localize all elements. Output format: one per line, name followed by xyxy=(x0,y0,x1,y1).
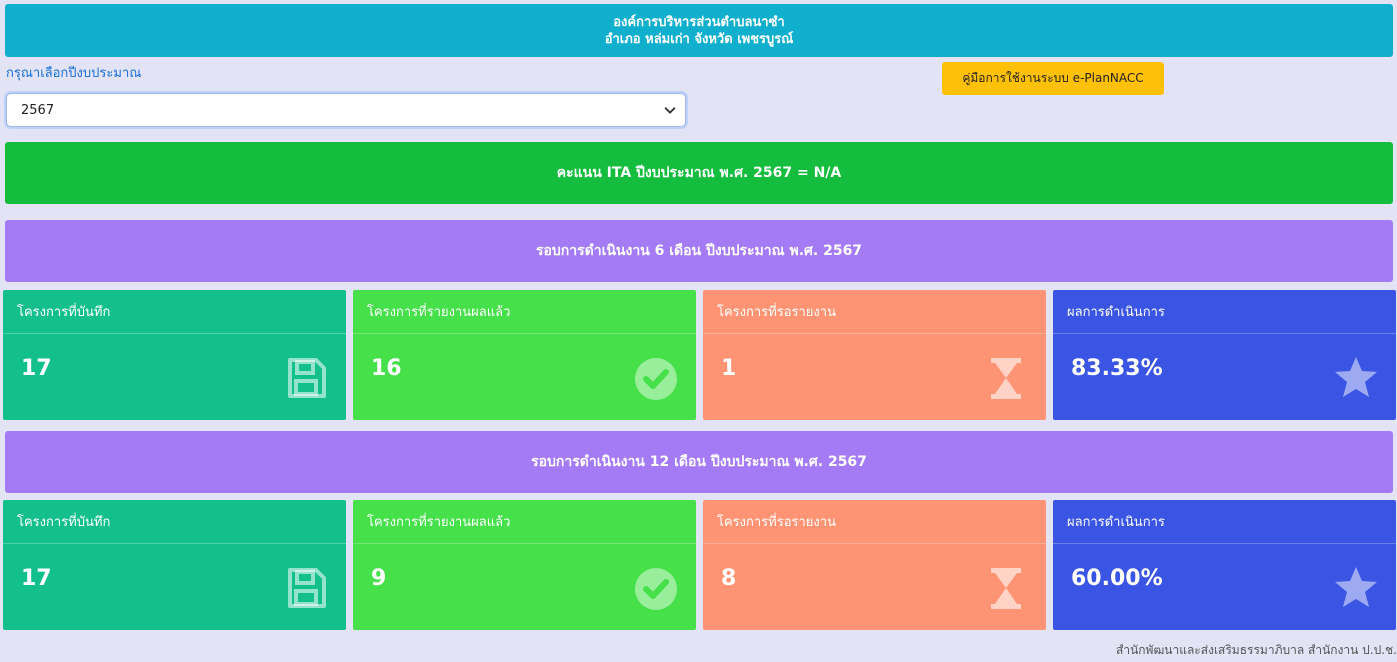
card-performance-result: ผลการดำเนินการ 60.00% xyxy=(1053,500,1396,630)
hourglass-icon xyxy=(991,358,1021,399)
card-pending-projects: โครงการที่รอรายงาน 8 xyxy=(703,500,1046,630)
star-icon xyxy=(1335,567,1377,607)
card-recorded-projects: โครงการที่บันทึก 17 xyxy=(3,500,346,630)
check-circle-icon xyxy=(635,568,677,610)
org-header: องค์การบริหารส่วนตำบลนาซำ อำเภอ หล่มเก่า… xyxy=(5,4,1393,57)
footer-credit: สำนักพัฒนาและส่งเสริมธรรมาภิบาล สำนักงาน… xyxy=(1116,643,1397,657)
card-label: โครงการที่รายงานผลแล้ว xyxy=(353,290,696,334)
round-12-month-banner: รอบการดำเนินงาน 12 เดือน ปีงบประมาณ พ.ศ.… xyxy=(5,431,1393,493)
card-pending-projects: โครงการที่รอรายงาน 1 xyxy=(703,290,1046,420)
floppy-disk-icon xyxy=(288,358,326,398)
user-manual-button[interactable]: คู่มือการใช้งานระบบ e-PlanNACC xyxy=(942,62,1164,95)
hourglass-icon xyxy=(991,568,1021,609)
card-recorded-projects: โครงการที่บันทึก 17 xyxy=(3,290,346,420)
floppy-disk-icon xyxy=(288,568,326,608)
year-select[interactable]: 2567 xyxy=(6,93,686,127)
card-label: ผลการดำเนินการ xyxy=(1053,500,1396,544)
star-icon xyxy=(1335,357,1377,397)
card-label: โครงการที่รอรายงาน xyxy=(703,500,1046,544)
card-value: 60.00% xyxy=(1071,566,1163,591)
check-circle-icon xyxy=(635,358,677,400)
card-value: 1 xyxy=(721,356,737,381)
card-label: โครงการที่รอรายงาน xyxy=(703,290,1046,334)
card-value: 16 xyxy=(371,356,402,381)
card-reported-projects: โครงการที่รายงานผลแล้ว 9 xyxy=(353,500,696,630)
card-label: โครงการที่บันทึก xyxy=(3,290,346,334)
card-label: โครงการที่รายงานผลแล้ว xyxy=(353,500,696,544)
year-select-label: กรุณาเลือกปีงบประมาณ xyxy=(6,66,142,81)
card-performance-result: ผลการดำเนินการ 83.33% xyxy=(1053,290,1396,420)
chevron-down-icon xyxy=(664,107,676,114)
card-value: 17 xyxy=(21,566,52,591)
card-label: ผลการดำเนินการ xyxy=(1053,290,1396,334)
card-value: 83.33% xyxy=(1071,356,1163,381)
round-6-month-banner: รอบการดำเนินงาน 6 เดือน ปีงบประมาณ พ.ศ. … xyxy=(5,220,1393,282)
card-value: 8 xyxy=(721,566,737,591)
card-value: 17 xyxy=(21,356,52,381)
ita-score-banner: คะแนน ITA ปีงบประมาณ พ.ศ. 2567 = N/A xyxy=(5,142,1393,204)
org-name: องค์การบริหารส่วนตำบลนาซำ xyxy=(613,14,785,30)
card-value: 9 xyxy=(371,566,387,591)
card-label: โครงการที่บันทึก xyxy=(3,500,346,544)
year-select-value: 2567 xyxy=(21,102,55,118)
org-location: อำเภอ หล่มเก่า จังหวัด เพชรบูรณ์ xyxy=(604,31,794,47)
card-reported-projects: โครงการที่รายงานผลแล้ว 16 xyxy=(353,290,696,420)
